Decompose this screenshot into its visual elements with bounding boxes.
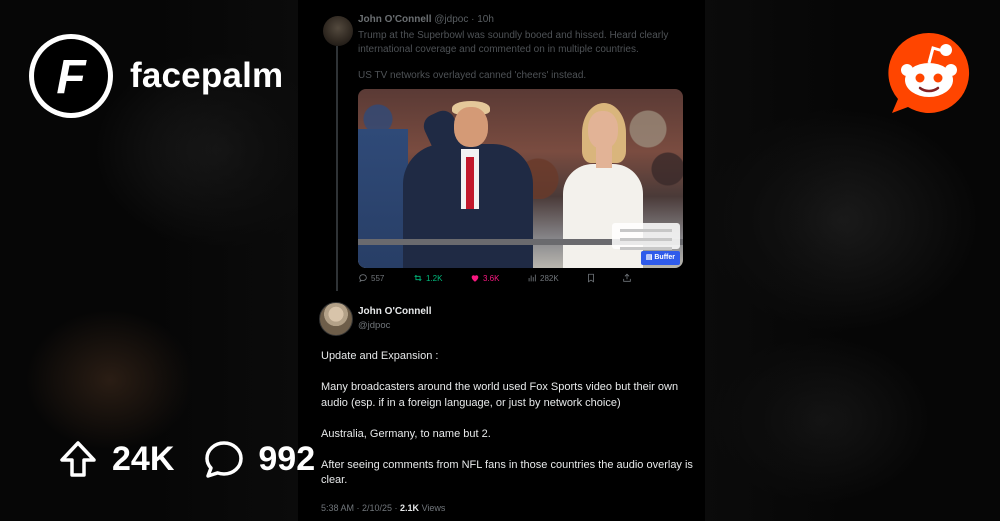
facepalm-logo-icon: F <box>34 39 108 113</box>
main-tweet-meta: 5:38 AM · 2/10/25 · 2.1K Views <box>321 503 445 513</box>
views-count: 282K <box>540 273 559 283</box>
subreddit-header[interactable]: F facepalm <box>29 34 283 118</box>
views-action[interactable]: 282K <box>527 273 559 283</box>
previous-tweet-handle-time: @jdpoc · 10h <box>434 14 494 25</box>
previous-tweet-paragraph: Trump at the Superbowl was soundly booed… <box>358 30 669 55</box>
share-icon <box>623 273 631 282</box>
main-tweet-timestamp: 5:38 AM · 2/10/25 · <box>321 503 401 513</box>
previous-tweet-paragraph: US TV networks overlayed canned 'cheers'… <box>358 70 587 81</box>
like-action[interactable]: 3.6K <box>470 273 499 283</box>
photo-man-head <box>454 107 488 147</box>
subreddit-logo-letter: F <box>56 51 87 104</box>
tweet-photo[interactable]: ▤ Buffer <box>358 89 683 268</box>
main-tweet-paragraph: Australia, Germany, to name but 2. <box>321 427 491 440</box>
previous-tweet-text: Trump at the Superbowl was soundly booed… <box>358 29 693 96</box>
photo-man-tie <box>466 157 474 209</box>
tweet-action-bar: 557 1.2K 3.6K 282K <box>358 273 688 287</box>
photo-woman-dress <box>563 164 643 268</box>
repost-icon <box>414 274 422 282</box>
thread-line <box>336 46 338 291</box>
main-tweet-text: Update and Expansion : Many broadcasters… <box>321 349 696 504</box>
post-stats: 24K 992 <box>58 437 315 481</box>
main-tweet-author[interactable]: John O'Connell <box>358 306 432 317</box>
previous-tweet-avatar <box>323 16 353 46</box>
main-tweet-avatar[interactable] <box>319 302 353 336</box>
comment-count: 992 <box>258 439 316 478</box>
previous-tweet-header: John O'Connell @jdpoc · 10h <box>358 14 494 25</box>
heart-icon <box>471 275 479 282</box>
previous-tweet-author: John O'Connell <box>358 14 432 25</box>
upvote-arrow-icon <box>60 441 96 477</box>
upvote-count: 24K <box>112 439 175 478</box>
subreddit-logo-icon: F <box>29 34 113 118</box>
repost-action[interactable]: 1.2K <box>413 273 442 283</box>
comment-bubble-icon <box>205 441 244 478</box>
main-tweet-paragraph: Many broadcasters around the world used … <box>321 381 679 409</box>
photo-caption-overlay <box>612 223 680 250</box>
buffer-button[interactable]: ▤ Buffer <box>640 251 680 265</box>
share-action[interactable] <box>622 273 632 283</box>
tweet-screenshot: John O'Connell @jdpoc · 10h Trump at the… <box>298 0 705 521</box>
main-tweet-views-label: Views <box>419 503 446 513</box>
reply-count: 557 <box>371 273 385 283</box>
comment-stat[interactable]: 992 <box>204 439 315 479</box>
reddit-logo-icon <box>888 32 970 113</box>
photo-person-left <box>358 129 408 268</box>
main-tweet-views-count: 2.1K <box>400 503 420 513</box>
bookmark-action[interactable] <box>586 273 596 283</box>
main-tweet-paragraph: After seeing comments from NFL fans in t… <box>321 458 693 487</box>
reply-action[interactable]: 557 <box>358 273 384 283</box>
buffer-label: Buffer <box>654 254 675 261</box>
bookmark-icon <box>588 273 594 283</box>
reply-icon <box>359 274 367 283</box>
subreddit-name: facepalm <box>130 56 284 95</box>
main-tweet-handle[interactable]: @jdpoc <box>358 320 390 331</box>
upvote-stat[interactable]: 24K <box>58 439 174 479</box>
views-chart-icon <box>528 274 536 282</box>
main-tweet-paragraph: Update and Expansion : <box>321 350 439 362</box>
photo-woman-head <box>588 111 618 149</box>
like-count: 3.6K <box>483 273 500 283</box>
repost-count: 1.2K <box>426 273 443 283</box>
